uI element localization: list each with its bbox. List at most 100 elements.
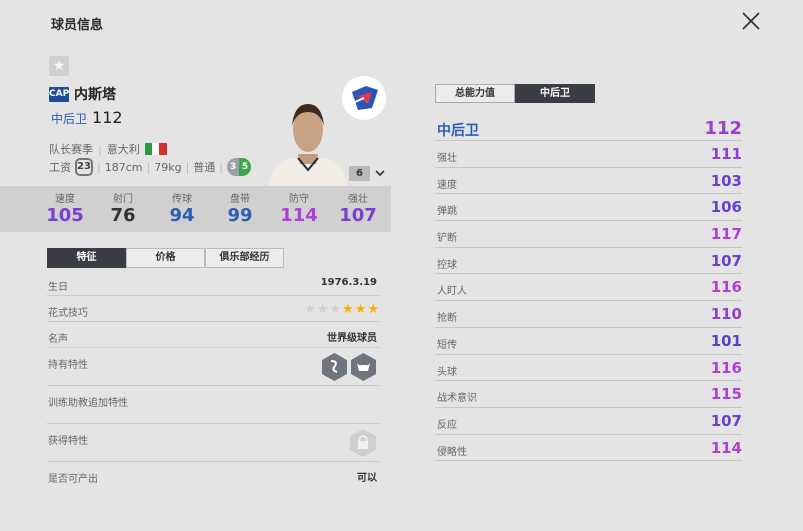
- stat-value: 114: [280, 205, 318, 226]
- stat-label: 盘带: [230, 194, 250, 205]
- row-label: 是否可产出: [48, 474, 98, 485]
- attribute-value: 117: [710, 225, 742, 244]
- divider: |: [146, 160, 151, 174]
- attribute-label: 抢断: [437, 313, 457, 325]
- star-filled-icon: ★: [354, 302, 367, 317]
- attribute-row: 速度 103: [435, 168, 742, 195]
- stat-physical: 强壮 107: [333, 190, 383, 226]
- attribute-value: 116: [710, 278, 742, 297]
- weak-foot: 3: [227, 158, 239, 176]
- row-skill-moves: 花式技巧 ★ ★ ★ ★ ★ ★: [47, 296, 379, 322]
- body-type: 普通: [193, 161, 216, 174]
- player-name: 内斯塔: [74, 87, 116, 103]
- star-filled-icon: ★: [342, 302, 354, 317]
- position-label: 中后卫: [51, 112, 88, 126]
- attribute-label: 头球: [437, 366, 457, 378]
- snake-trait-icon[interactable]: [321, 352, 348, 382]
- player-name-row: CAP 内斯塔: [49, 84, 116, 104]
- stat-defending: 防守 114: [274, 190, 324, 226]
- stat-passing: 传球 94: [157, 190, 207, 226]
- salary-value: 23: [75, 158, 93, 176]
- attribute-row: 抢断 110: [435, 301, 742, 328]
- attribute-value: 111: [710, 145, 742, 163]
- strong-foot: 5: [239, 158, 251, 176]
- tab-price[interactable]: 价格: [126, 248, 205, 268]
- star-empty-icon: ★: [304, 302, 316, 317]
- attribute-label: 侵略性: [437, 446, 467, 458]
- trait-icons: [321, 352, 377, 382]
- divider: |: [219, 160, 223, 174]
- stat-value: 107: [339, 205, 377, 226]
- attribute-row: 反应 107: [435, 408, 742, 435]
- attribute-row: 弹跳 106: [435, 194, 742, 222]
- attribute-row: 短传 101: [435, 328, 742, 355]
- tab-traits[interactable]: 特征: [47, 248, 126, 268]
- attribute-list: 强壮 111 速度 103 弹跳 106 铲断 117 控球 107 人盯人 116 抢断 1…: [435, 141, 742, 462]
- enhance-level[interactable]: 6: [349, 166, 370, 181]
- weight: 79kg: [154, 160, 182, 174]
- attribute-label: 强壮: [437, 153, 457, 164]
- attribute-value: 107: [710, 411, 742, 430]
- stat-dribbling: 盘带 99: [215, 190, 265, 226]
- stat-label: 射门: [113, 194, 133, 205]
- attribute-row: 侵略性 114: [435, 435, 742, 462]
- tab-center-back[interactable]: 中后卫: [515, 84, 595, 103]
- salary-body-row: 工资 23 | 187cm | 79kg | 普通 | 3 5: [49, 158, 251, 176]
- position-name: 中后卫: [437, 123, 479, 139]
- attribute-label: 人盯人: [437, 286, 467, 298]
- rating-tabs: 总能力值 中后卫: [435, 84, 595, 103]
- season-name: 队长赛季: [49, 143, 93, 156]
- row-label: 名声: [48, 334, 68, 345]
- row-can-produce: 是否可产出 可以: [47, 462, 379, 488]
- salary-label: 工资: [49, 161, 71, 174]
- foot-rating-pill: 3 5: [227, 158, 251, 176]
- row-label: 持有特性: [48, 360, 88, 371]
- nationality: 意大利: [106, 143, 140, 156]
- position-rating: 112: [704, 118, 742, 139]
- season-badge: CAP: [49, 86, 69, 102]
- attribute-label: 速度: [437, 179, 457, 191]
- skill-stars: ★ ★ ★ ★ ★ ★: [304, 302, 379, 317]
- star-empty-icon: ★: [316, 302, 329, 317]
- player-portrait: [268, 104, 348, 186]
- divider: |: [185, 160, 190, 174]
- main-stats-band: 速度 105 射门 76 传球 94 盘带 99 防守 114 强壮 107: [0, 186, 391, 232]
- row-coach-traits: 训练助教追加特性: [47, 386, 379, 424]
- fame-value: 世界级球员: [327, 333, 377, 344]
- close-icon[interactable]: [740, 10, 762, 32]
- stat-pace: 速度 105: [40, 190, 90, 226]
- tab-total-ability[interactable]: 总能力值: [435, 84, 515, 103]
- window-title: 球员信息: [51, 18, 104, 33]
- stat-value: 94: [169, 205, 195, 226]
- bull-trait-icon[interactable]: [350, 352, 377, 382]
- row-fame: 名声 世界级球员: [47, 322, 379, 348]
- star-filled-icon: ★: [367, 302, 379, 317]
- stat-value: 76: [110, 205, 136, 226]
- divider: |: [97, 160, 101, 174]
- tab-club-history[interactable]: 俱乐部经历: [205, 248, 284, 268]
- row-label: 生日: [48, 282, 68, 293]
- stat-label: 防守: [289, 194, 309, 205]
- club-logo-icon: [342, 76, 386, 120]
- birthday-value: 1976.3.19: [320, 277, 377, 288]
- attribute-value: 116: [710, 358, 742, 377]
- row-traits: 持有特性: [47, 348, 379, 386]
- season-nation-row: 队长赛季 | 意大利: [49, 141, 167, 157]
- stat-value: 105: [46, 205, 84, 226]
- detail-tabs: 特征 价格 俱乐部经历: [47, 248, 284, 268]
- can-produce-value: 可以: [357, 473, 377, 484]
- attribute-label: 战术意识: [437, 393, 477, 405]
- row-label: 花式技巧: [48, 308, 88, 319]
- attribute-row: 人盯人 116: [435, 274, 742, 302]
- attribute-value: 107: [710, 251, 742, 270]
- stat-label: 强壮: [348, 194, 368, 205]
- lock-icon: [350, 429, 376, 457]
- position-rating: 中后卫 112: [51, 108, 123, 127]
- row-gained-traits: 获得特性: [47, 424, 379, 462]
- row-label: 获得特性: [48, 436, 88, 447]
- position-rating-header: 中后卫 112: [435, 114, 742, 141]
- row-birthday: 生日 1976.3.19: [47, 270, 379, 296]
- stat-value: 99: [227, 205, 253, 226]
- favorite-star-icon[interactable]: ★: [49, 56, 69, 76]
- chevron-down-icon[interactable]: [374, 167, 386, 179]
